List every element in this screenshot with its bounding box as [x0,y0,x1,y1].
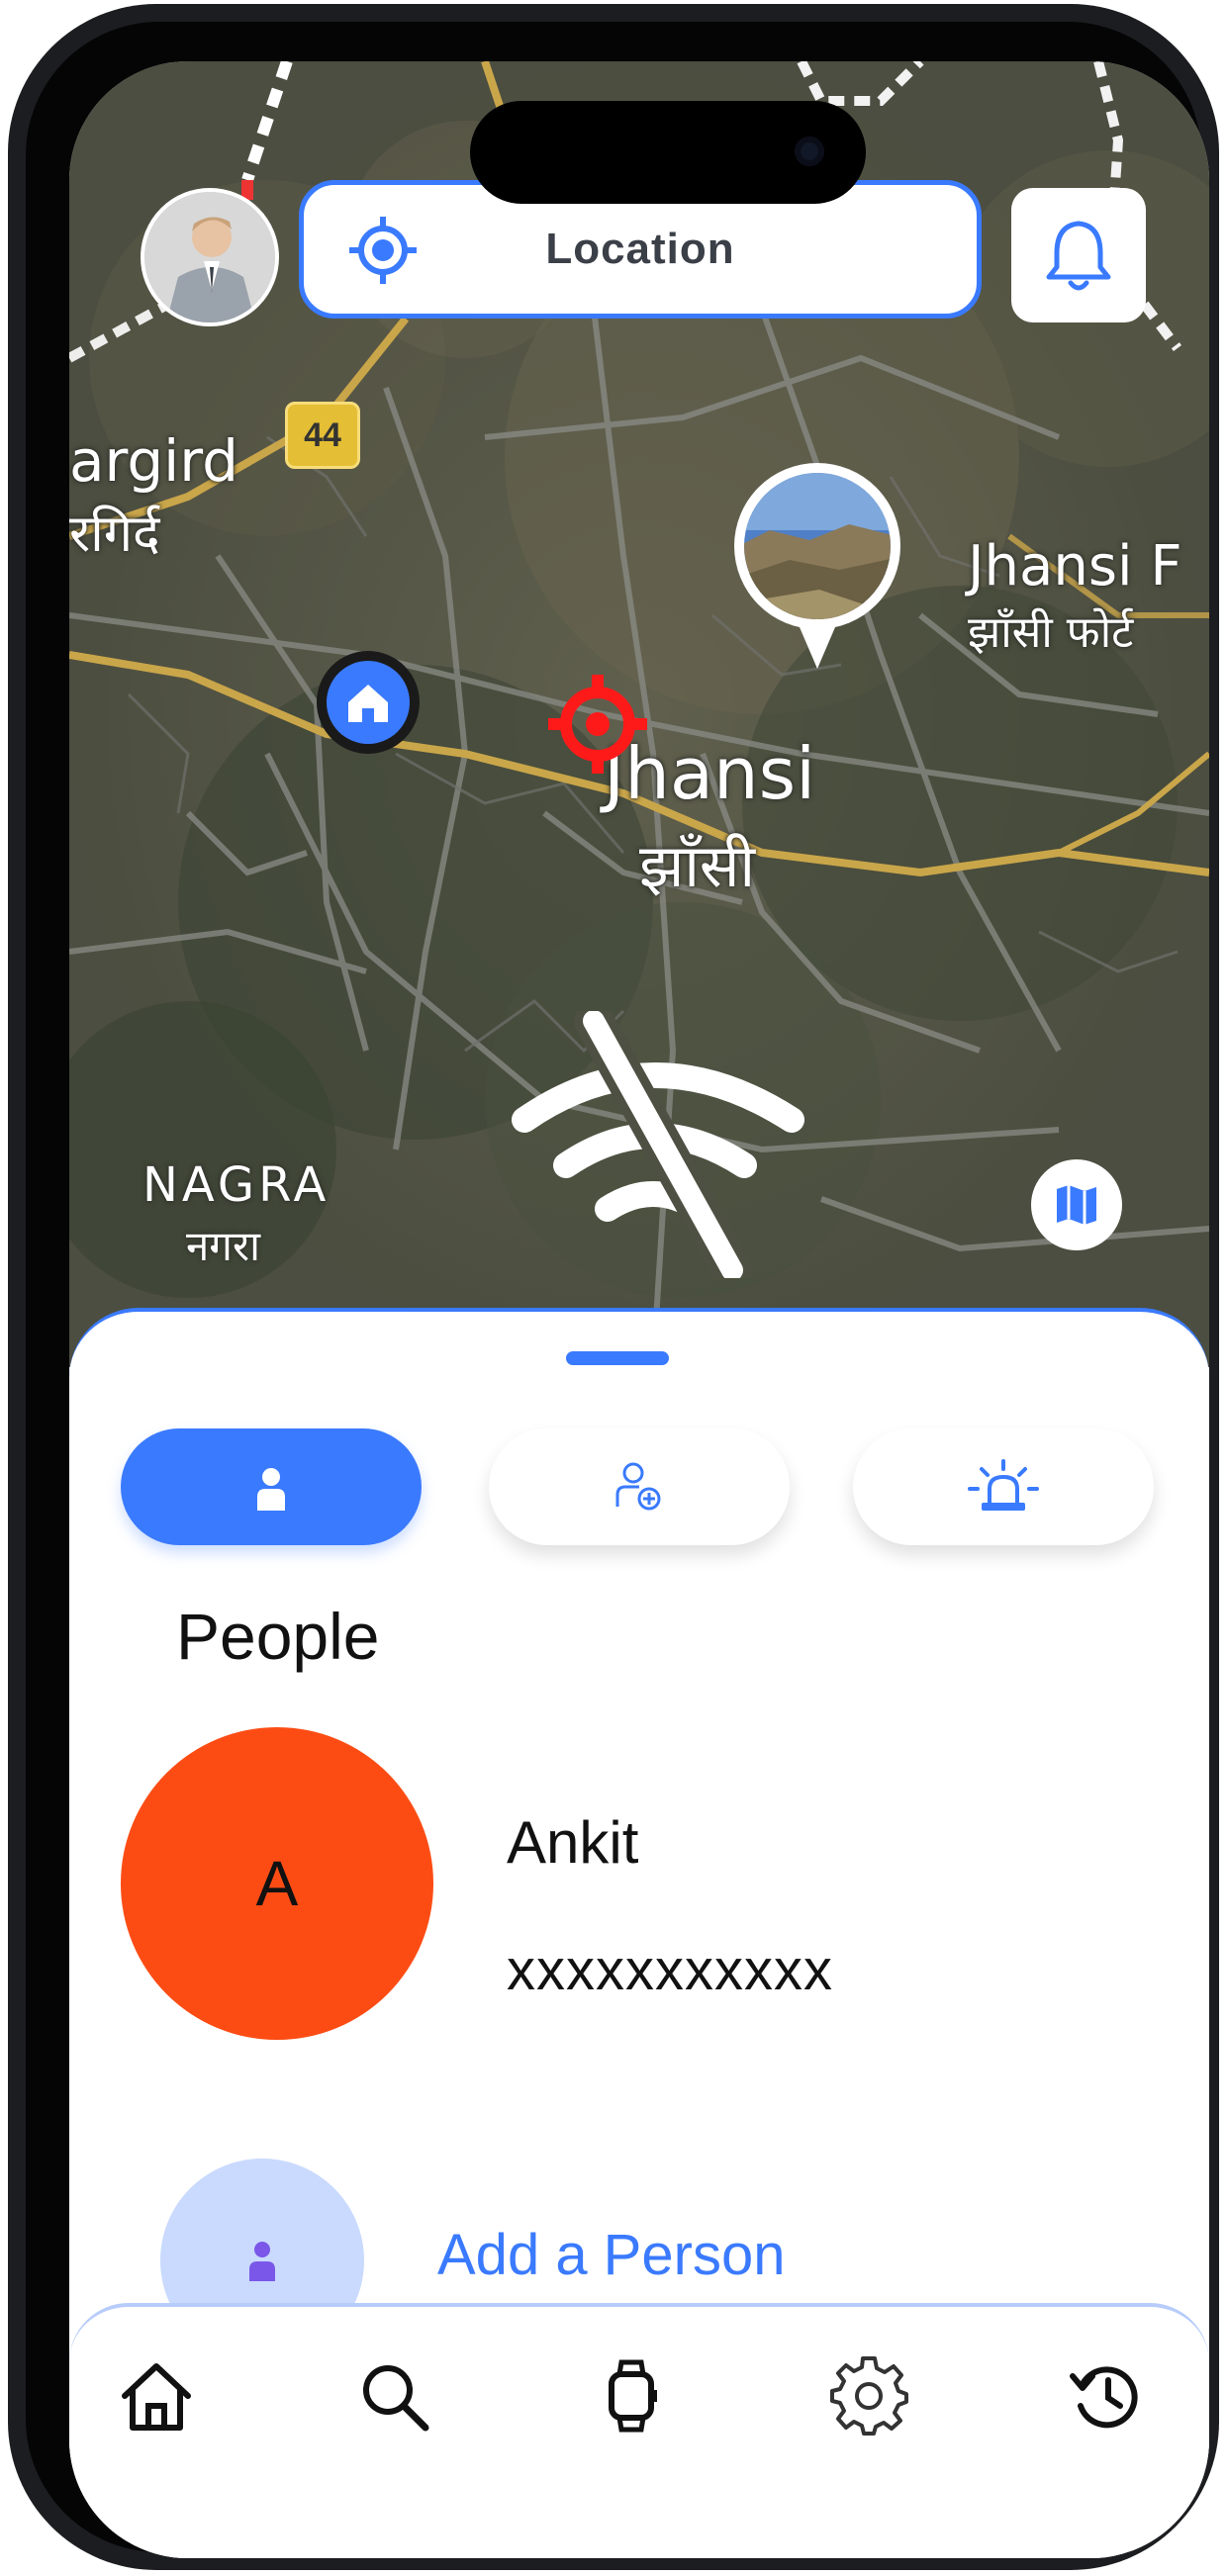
tab-add-contact[interactable] [489,1428,790,1545]
nav-search[interactable] [348,2350,439,2441]
map-icon [1057,1185,1096,1225]
bottom-navigation [69,2303,1209,2558]
user-photo [144,192,275,322]
home-marker-icon [327,661,410,744]
home-marker[interactable] [317,651,420,754]
add-person-button[interactable]: Add a Person [437,2222,785,2288]
watch-icon [609,2359,657,2433]
map-label-jhansi-hindi: झाँसी [639,832,755,901]
wifi-off-icon [512,1011,804,1278]
bell-icon [1046,221,1111,291]
tab-alert[interactable] [853,1428,1154,1545]
person-icon [257,1468,285,1511]
search-icon [363,2365,429,2432]
nav-home[interactable] [111,2350,202,2441]
user-avatar[interactable] [141,188,279,326]
sheet-drag-handle[interactable] [566,1351,669,1365]
home-icon [122,2363,191,2431]
map-label-argird: argird [69,427,238,495]
notifications-button[interactable] [1011,188,1146,322]
section-title: People [176,1600,380,1673]
place-photo-pin[interactable] [730,461,904,679]
map-label-jhansi-fort: Jhansi F [968,534,1182,598]
map-label-nagra-hindi: नगरा [186,1222,261,1270]
siren-icon [968,1459,1039,1511]
map-label-nagra: NAGRA [142,1157,330,1213]
crosshair-icon [548,675,647,774]
phone-bezel: 44 argird रगिर्द Jhansi F झाँसी फोर्ट Jh… [26,22,1209,2558]
tab-people[interactable] [121,1428,422,1545]
gear-icon [830,2356,908,2436]
map-label-jhansi-fort-hindi: झाँसी फोर्ट [968,607,1134,658]
nav-settings[interactable] [823,2350,914,2441]
map-label-argird-hindi: रगिर्द [69,505,160,564]
locate-icon[interactable] [343,211,423,295]
nav-watch[interactable] [586,2350,677,2441]
front-camera [795,137,824,166]
no-signal-overlay [505,1011,821,1278]
screen: 44 argird रगिर्द Jhansi F झाँसी फोर्ट Jh… [69,61,1209,2558]
person-icon [249,2242,275,2281]
current-location-marker[interactable] [548,675,647,774]
contact-phone: xxxxxxxxxxx [507,1938,833,2002]
contact-avatar[interactable]: A [121,1727,433,2040]
highway-badge: 44 [285,402,360,469]
contact-name[interactable]: Ankit [507,1808,638,1877]
person-add-icon [615,1462,661,1511]
contact-initial: A [255,1848,299,1919]
phone-frame: 44 argird रगिर्द Jhansi F झाँसी फोर्ट Jh… [8,4,1219,2570]
dynamic-island [470,101,866,204]
map-type-button[interactable] [1031,1159,1122,1250]
photo-pin-icon [734,463,900,669]
nav-history[interactable] [1061,2350,1152,2441]
history-icon [1070,2366,1138,2429]
